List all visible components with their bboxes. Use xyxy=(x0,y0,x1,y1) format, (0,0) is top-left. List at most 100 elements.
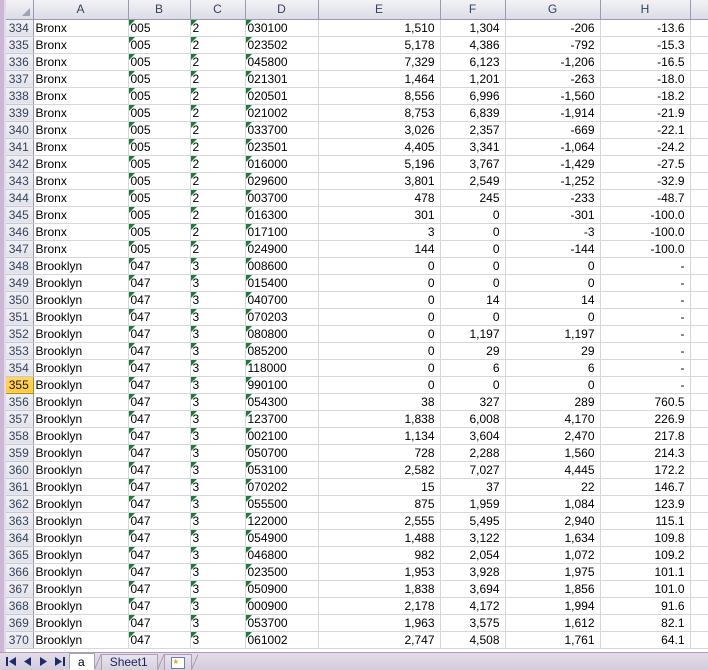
cell-H344[interactable]: -48.7 xyxy=(600,189,691,207)
cell-B346[interactable]: 005 xyxy=(128,223,191,241)
cell-D356[interactable]: 054300 xyxy=(245,393,319,411)
cell-I364[interactable] xyxy=(690,529,708,547)
row-header-365[interactable]: 365 xyxy=(6,546,34,564)
cell-C342[interactable]: 2 xyxy=(190,155,246,173)
row-header-369[interactable]: 369 xyxy=(6,614,34,632)
cell-F337[interactable]: 1,201 xyxy=(440,70,506,88)
cell-F348[interactable]: 0 xyxy=(440,257,506,275)
cell-I358[interactable] xyxy=(690,427,708,445)
cell-G339[interactable]: -1,914 xyxy=(505,104,601,122)
cell-G340[interactable]: -669 xyxy=(505,121,601,139)
cell-E359[interactable]: 728 xyxy=(318,444,441,462)
cell-H336[interactable]: -16.5 xyxy=(600,53,691,71)
cell-G367[interactable]: 1,856 xyxy=(505,580,601,598)
row-header-335[interactable]: 335 xyxy=(6,36,34,54)
row-header-339[interactable]: 339 xyxy=(6,104,34,122)
cell-C351[interactable]: 3 xyxy=(190,308,246,326)
cell-C338[interactable]: 2 xyxy=(190,87,246,105)
cell-D343[interactable]: 029600 xyxy=(245,172,319,190)
cell-F338[interactable]: 6,996 xyxy=(440,87,506,105)
cell-F362[interactable]: 1,959 xyxy=(440,495,506,513)
cell-G366[interactable]: 1,975 xyxy=(505,563,601,581)
cell-H368[interactable]: 91.6 xyxy=(600,597,691,615)
cell-G338[interactable]: -1,560 xyxy=(505,87,601,105)
cell-G349[interactable]: 0 xyxy=(505,274,601,292)
cell-F336[interactable]: 6,123 xyxy=(440,53,506,71)
row-header-357[interactable]: 357 xyxy=(6,410,34,428)
cell-H338[interactable]: -18.2 xyxy=(600,87,691,105)
cell-A351[interactable]: Brooklyn xyxy=(33,308,129,326)
cell-H362[interactable]: 123.9 xyxy=(600,495,691,513)
cell-G363[interactable]: 2,940 xyxy=(505,512,601,530)
cell-B353[interactable]: 047 xyxy=(128,342,191,360)
cell-B337[interactable]: 005 xyxy=(128,70,191,88)
row-header-368[interactable]: 368 xyxy=(6,597,34,615)
cell-B354[interactable]: 047 xyxy=(128,359,191,377)
cell-A356[interactable]: Brooklyn xyxy=(33,393,129,411)
cell-D336[interactable]: 045800 xyxy=(245,53,319,71)
cell-I366[interactable] xyxy=(690,563,708,581)
cell-A367[interactable]: Brooklyn xyxy=(33,580,129,598)
cell-A370[interactable]: Brooklyn xyxy=(33,631,129,649)
cell-A362[interactable]: Brooklyn xyxy=(33,495,129,513)
cell-C364[interactable]: 3 xyxy=(190,529,246,547)
cell-D365[interactable]: 046800 xyxy=(245,546,319,564)
cell-D352[interactable]: 080800 xyxy=(245,325,319,343)
cell-A349[interactable]: Brooklyn xyxy=(33,274,129,292)
cell-I354[interactable] xyxy=(690,359,708,377)
cell-G369[interactable]: 1,612 xyxy=(505,614,601,632)
cell-A347[interactable]: Bronx xyxy=(33,240,129,258)
cell-A363[interactable]: Brooklyn xyxy=(33,512,129,530)
cell-D345[interactable]: 016300 xyxy=(245,206,319,224)
cell-H369[interactable]: 82.1 xyxy=(600,614,691,632)
cell-C357[interactable]: 3 xyxy=(190,410,246,428)
column-header-a[interactable]: A xyxy=(33,0,129,20)
cell-H359[interactable]: 214.3 xyxy=(600,444,691,462)
cell-H356[interactable]: 760.5 xyxy=(600,393,691,411)
cell-C343[interactable]: 2 xyxy=(190,172,246,190)
column-header-f[interactable]: F xyxy=(440,0,506,20)
cell-F357[interactable]: 6,008 xyxy=(440,410,506,428)
cell-C349[interactable]: 3 xyxy=(190,274,246,292)
cell-A336[interactable]: Bronx xyxy=(33,53,129,71)
cell-D340[interactable]: 033700 xyxy=(245,121,319,139)
cell-C337[interactable]: 2 xyxy=(190,70,246,88)
cell-E347[interactable]: 144 xyxy=(318,240,441,258)
row-header-352[interactable]: 352 xyxy=(6,325,34,343)
cell-I340[interactable] xyxy=(690,121,708,139)
cell-H350[interactable]: - xyxy=(600,291,691,309)
cell-A364[interactable]: Brooklyn xyxy=(33,529,129,547)
cell-F366[interactable]: 3,928 xyxy=(440,563,506,581)
cell-E363[interactable]: 2,555 xyxy=(318,512,441,530)
cell-D344[interactable]: 003700 xyxy=(245,189,319,207)
cell-B368[interactable]: 047 xyxy=(128,597,191,615)
cell-E349[interactable]: 0 xyxy=(318,274,441,292)
cell-I345[interactable] xyxy=(690,206,708,224)
cell-F365[interactable]: 2,054 xyxy=(440,546,506,564)
cell-G355[interactable]: 0 xyxy=(505,376,601,394)
cell-B370[interactable]: 047 xyxy=(128,631,191,649)
cell-I334[interactable] xyxy=(690,19,708,37)
cell-B364[interactable]: 047 xyxy=(128,529,191,547)
cell-B340[interactable]: 005 xyxy=(128,121,191,139)
cell-E346[interactable]: 3 xyxy=(318,223,441,241)
cell-H370[interactable]: 64.1 xyxy=(600,631,691,649)
cell-A345[interactable]: Bronx xyxy=(33,206,129,224)
cell-F359[interactable]: 2,288 xyxy=(440,444,506,462)
row-header-362[interactable]: 362 xyxy=(6,495,34,513)
cell-F367[interactable]: 3,694 xyxy=(440,580,506,598)
cell-H355[interactable]: - xyxy=(600,376,691,394)
cell-I344[interactable] xyxy=(690,189,708,207)
cell-A342[interactable]: Bronx xyxy=(33,155,129,173)
cell-I341[interactable] xyxy=(690,138,708,156)
cell-F346[interactable]: 0 xyxy=(440,223,506,241)
cell-E338[interactable]: 8,556 xyxy=(318,87,441,105)
cell-B357[interactable]: 047 xyxy=(128,410,191,428)
cell-F364[interactable]: 3,122 xyxy=(440,529,506,547)
cell-C361[interactable]: 3 xyxy=(190,478,246,496)
cell-D351[interactable]: 070203 xyxy=(245,308,319,326)
cell-D341[interactable]: 023501 xyxy=(245,138,319,156)
cell-F352[interactable]: 1,197 xyxy=(440,325,506,343)
cell-A334[interactable]: Bronx xyxy=(33,19,129,37)
cell-F361[interactable]: 37 xyxy=(440,478,506,496)
